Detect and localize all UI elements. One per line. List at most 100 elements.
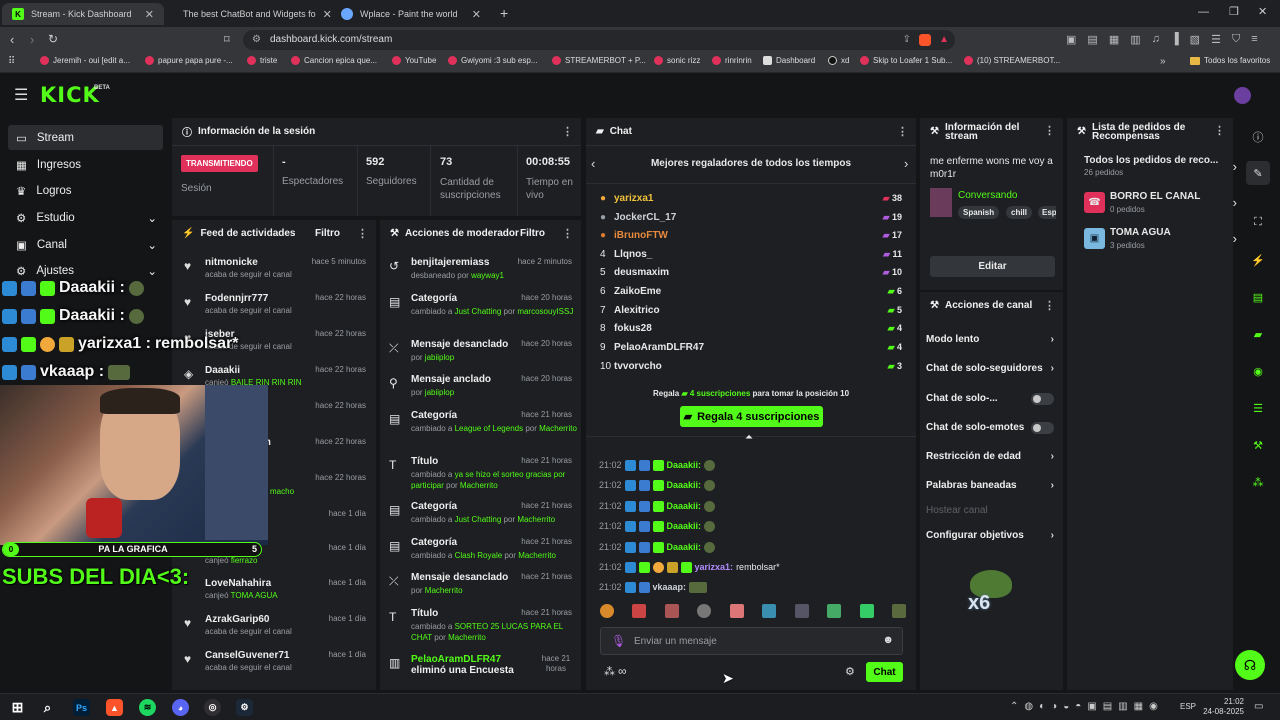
reward-item[interactable]: BORRO EL CANAL 0 pedidos › xyxy=(1110,191,1237,214)
emote-icon[interactable] xyxy=(664,604,679,618)
more-bookmarks-icon[interactable]: » xyxy=(1160,56,1166,67)
bookmark-item[interactable]: Skip to Loafer 1 Sub... xyxy=(860,56,952,65)
maximize-icon[interactable]: ❐ xyxy=(1229,5,1239,18)
extension-icon[interactable]: ☰ xyxy=(1211,33,1221,47)
bookmark-item[interactable]: Gwiyomi :3 sub esp... xyxy=(448,56,537,65)
kick-logo[interactable]: KICK xyxy=(40,83,100,107)
action-age-restriction[interactable]: Restricción de edad › xyxy=(926,451,1056,462)
emote-icon[interactable] xyxy=(600,604,614,618)
clock[interactable]: 21:02 24-08-2025 xyxy=(1200,697,1244,717)
emotes-only-toggle[interactable] xyxy=(1031,421,1054,434)
more-options-icon[interactable]: ⋮ xyxy=(562,125,573,138)
tray-app-icon[interactable]: ◒ xyxy=(1063,701,1069,712)
bookmark-item[interactable]: Jeremih - oui [edit a... xyxy=(40,56,130,65)
broadcast-icon[interactable]: ◉ xyxy=(1246,359,1270,383)
windows-start-icon[interactable]: ⊞ xyxy=(9,699,26,716)
bookmark-item[interactable]: Cancion epica que... xyxy=(291,56,377,65)
emote-icon[interactable] xyxy=(827,604,842,618)
sidebar-item-estudio[interactable]: ⚙ Estudio ⌄ xyxy=(8,205,163,230)
action-followers-only[interactable]: Chat de solo-seguidores › xyxy=(926,363,1056,374)
language-indicator[interactable]: ESP xyxy=(1180,702,1196,711)
site-info-icon[interactable]: ⚙ xyxy=(252,30,261,50)
tab-chatbot[interactable]: The best ChatBot and Widgets fo ✕ xyxy=(166,3,331,25)
music-icon[interactable]: ♫ xyxy=(1152,33,1160,47)
extension-icon[interactable]: ▣ xyxy=(1066,33,1076,47)
lightning-icon[interactable]: ⚡ xyxy=(1246,248,1270,272)
more-options-icon[interactable]: ⋮ xyxy=(357,227,368,240)
tray-app-icon[interactable]: ▣ xyxy=(1087,701,1096,712)
info-icon[interactable]: ⓘ xyxy=(1246,125,1270,149)
emote-icon[interactable] xyxy=(729,604,744,618)
spotify-icon[interactable]: ≋ xyxy=(139,699,156,716)
extension-icon[interactable]: ▧ xyxy=(1190,33,1200,47)
more-options-icon[interactable]: ⋮ xyxy=(562,227,573,240)
tag-chip[interactable]: Esp xyxy=(1038,206,1056,219)
emote-icon[interactable] xyxy=(697,604,712,618)
photoshop-icon[interactable]: Ps xyxy=(73,699,90,716)
tag-chip[interactable]: chill xyxy=(1006,206,1033,219)
chat-icon[interactable]: ▰ xyxy=(1246,322,1270,346)
action-host-channel[interactable]: Hostear canal xyxy=(926,505,1056,516)
url-bar[interactable]: dashboard.kick.com/stream ⚙ ⇪ ▲ xyxy=(243,30,955,50)
emote-icon[interactable] xyxy=(762,604,777,618)
bookmark-item[interactable]: (10) STREAMERBOT... xyxy=(964,56,1060,65)
emoji-icon[interactable]: ☻ xyxy=(882,634,894,646)
brave-rewards-icon[interactable]: ▲ xyxy=(939,30,949,50)
emote-icon[interactable] xyxy=(632,604,647,618)
infinity-icon[interactable]: ∞ xyxy=(618,664,627,678)
points-icon[interactable]: ⁂ xyxy=(1246,470,1270,494)
mod-filter-button[interactable]: Filtro xyxy=(520,228,545,239)
close-tab-icon[interactable]: ✕ xyxy=(323,8,331,21)
hamburger-menu-icon[interactable]: ☰ xyxy=(14,85,28,105)
feed-filter-button[interactable]: Filtro xyxy=(315,228,340,239)
back-icon[interactable]: ‹ xyxy=(10,32,14,47)
user-avatar[interactable] xyxy=(1234,87,1251,104)
microphone-icon[interactable]: 🎙 xyxy=(611,634,626,648)
bookmark-icon[interactable]: ⌑ xyxy=(224,33,230,46)
wrench-icon[interactable]: ⚒ xyxy=(1246,433,1270,457)
menu-icon[interactable]: ≡ xyxy=(1251,33,1257,47)
support-headset-icon[interactable]: ☊ xyxy=(1235,650,1265,680)
tag-chip[interactable]: Spanish xyxy=(958,206,1000,219)
edit-stream-button[interactable]: Editar xyxy=(930,256,1055,277)
sidebar-item-logros[interactable]: ♛ Logros xyxy=(8,178,163,203)
tray-app-icon[interactable]: ◉ xyxy=(1149,701,1158,712)
extension-icon[interactable]: ▥ xyxy=(1130,33,1140,47)
reward-all-requests[interactable]: Todos los pedidos de reco... 26 pedidos … xyxy=(1084,155,1237,177)
next-icon[interactable]: › xyxy=(904,156,908,171)
action-configure-goals[interactable]: Configurar objetivos › xyxy=(926,530,1056,541)
bookmark-item[interactable]: xd xyxy=(828,56,849,65)
sidebar-item-stream[interactable]: ▭ Stream xyxy=(8,125,163,150)
edit-pencil-icon[interactable]: ✎ xyxy=(1246,161,1270,185)
all-bookmarks-folder[interactable]: Todos los favoritos xyxy=(1190,56,1270,65)
chat-input-box[interactable]: 🎙 Enviar un mensaje ☻ xyxy=(600,627,903,655)
obs-icon[interactable]: ◎ xyxy=(204,699,221,716)
extension-icon[interactable]: ▦ xyxy=(1109,33,1119,47)
apps-grid-icon[interactable]: ⠿ xyxy=(8,56,15,67)
bookmark-item[interactable]: Dashboard xyxy=(763,56,815,65)
list-icon[interactable]: ☰ xyxy=(1246,396,1270,420)
bookmark-item[interactable]: sonic rizz xyxy=(654,56,700,65)
forward-icon[interactable]: › xyxy=(30,32,34,47)
emote-icon[interactable] xyxy=(891,604,906,618)
more-options-icon[interactable]: ⋮ xyxy=(897,125,908,138)
sidebar-icon[interactable]: ▐ xyxy=(1171,33,1179,47)
close-tab-icon[interactable]: ✕ xyxy=(472,8,481,21)
new-tab-icon[interactable]: + xyxy=(500,5,508,21)
bookmark-item[interactable]: YouTube xyxy=(392,56,436,65)
more-options-icon[interactable]: ⋮ xyxy=(1044,299,1055,312)
tray-app-icon[interactable]: ◓ xyxy=(1075,701,1081,712)
tray-app-icon[interactable]: ▤ xyxy=(1103,701,1112,712)
chevron-up-icon[interactable]: ⌃ xyxy=(1010,701,1018,712)
bookmark-item[interactable]: papure papa pure -... xyxy=(145,56,233,65)
extension-icon[interactable]: ▤ xyxy=(1087,33,1097,47)
close-tab-icon[interactable]: ✕ xyxy=(145,8,154,21)
tray-app-icon[interactable]: ◑ xyxy=(1051,701,1057,712)
reward-item[interactable]: TOMA AGUA 3 pedidos › xyxy=(1110,227,1237,250)
more-options-icon[interactable]: ⋮ xyxy=(1214,126,1225,137)
collapse-up-icon[interactable]: ⏶ xyxy=(745,432,753,443)
brave-browser-icon[interactable]: ▲ xyxy=(106,699,123,716)
tray-app-icon[interactable]: ▦ xyxy=(1134,701,1143,712)
tray-app-icon[interactable]: ◍ xyxy=(1024,701,1033,712)
send-chat-button[interactable]: Chat xyxy=(866,662,903,682)
